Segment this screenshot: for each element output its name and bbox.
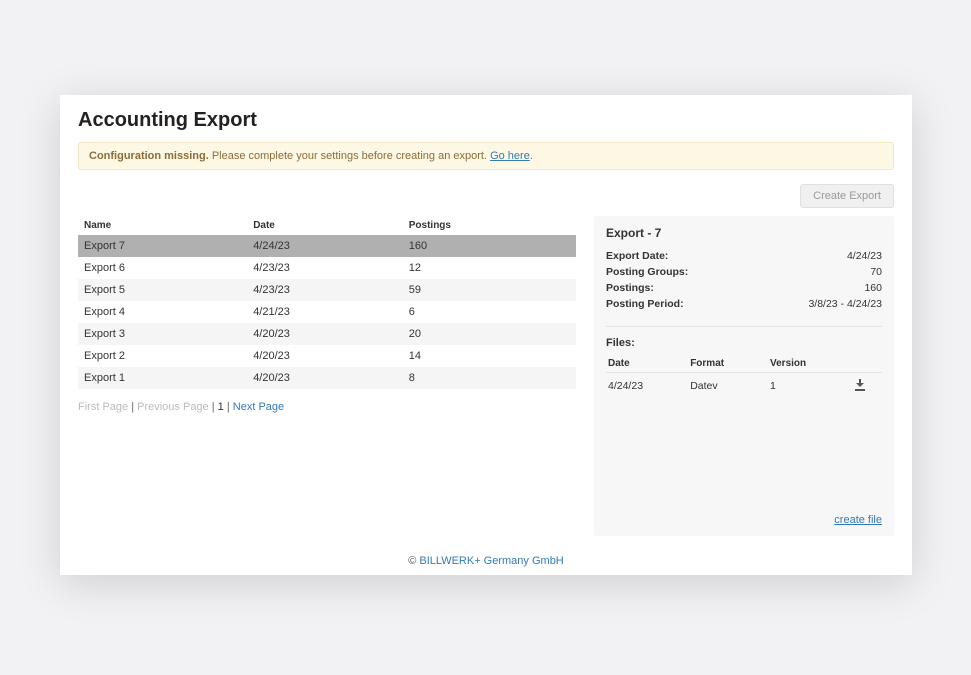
alert-strong: Configuration missing. [89, 150, 209, 162]
create-file-link[interactable]: create file [834, 514, 882, 526]
next-page-link[interactable]: Next Page [233, 401, 284, 413]
alert-go-here-link[interactable]: Go here [490, 150, 530, 162]
footer: © BILLWERK+ Germany GmbH [60, 555, 912, 567]
files-col-format: Format [688, 355, 768, 373]
file-row: 4/24/23Datev1 [606, 373, 882, 399]
detail-postings: Postings: 160 [606, 280, 882, 296]
files-col-action [853, 355, 883, 373]
alert-text: Please complete your settings before cre… [209, 150, 490, 162]
files-title: Files: [606, 326, 882, 349]
detail-posting-groups: Posting Groups: 70 [606, 264, 882, 280]
current-page: 1 [218, 401, 224, 413]
content-area: Name Date Postings Export 74/24/23160Exp… [78, 216, 894, 536]
main-panel: Accounting Export Configuration missing.… [60, 95, 912, 575]
detail-title: Export - 7 [606, 226, 882, 240]
detail-export-date: Export Date: 4/24/23 [606, 248, 882, 264]
table-row[interactable]: Export 64/23/2312 [78, 257, 576, 279]
toolbar: Create Export [78, 184, 894, 208]
table-row[interactable]: Export 14/20/238 [78, 367, 576, 389]
download-icon[interactable] [855, 379, 865, 389]
col-name: Name [78, 216, 247, 235]
create-export-button[interactable]: Create Export [800, 184, 894, 208]
table-row[interactable]: Export 44/21/236 [78, 301, 576, 323]
page-title: Accounting Export [78, 109, 894, 132]
detail-posting-period: Posting Period: 3/8/23 - 4/24/23 [606, 296, 882, 312]
table-row[interactable]: Export 74/24/23160 [78, 235, 576, 257]
table-row[interactable]: Export 24/20/2314 [78, 345, 576, 367]
first-page-link[interactable]: First Page [78, 401, 128, 413]
files-col-version: Version [768, 355, 853, 373]
footer-company-link[interactable]: BILLWERK+ Germany GmbH [419, 555, 563, 567]
col-date: Date [247, 216, 403, 235]
files-table: Date Format Version 4/24/23Datev1 [606, 355, 882, 398]
pagination: First Page | Previous Page | 1 | Next Pa… [78, 401, 576, 413]
exports-list-pane: Name Date Postings Export 74/24/23160Exp… [78, 216, 576, 536]
alert-tail: . [530, 150, 533, 162]
exports-table: Name Date Postings Export 74/24/23160Exp… [78, 216, 576, 389]
table-row[interactable]: Export 54/23/2359 [78, 279, 576, 301]
col-postings: Postings [403, 216, 576, 235]
config-warning-alert: Configuration missing. Please complete y… [78, 142, 894, 170]
previous-page-link[interactable]: Previous Page [137, 401, 209, 413]
export-detail-pane: Export - 7 Export Date: 4/24/23 Posting … [594, 216, 894, 536]
files-col-date: Date [606, 355, 688, 373]
table-row[interactable]: Export 34/20/2320 [78, 323, 576, 345]
